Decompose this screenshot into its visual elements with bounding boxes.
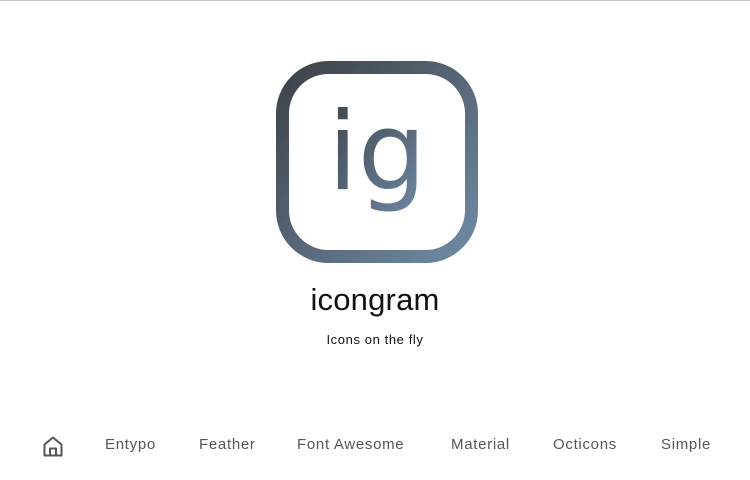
app-logo: ig xyxy=(276,61,478,263)
nav-link-simple[interactable]: Simple xyxy=(661,431,711,459)
logo-graphic: ig xyxy=(276,61,478,263)
nav-link-entypo[interactable]: Entypo xyxy=(105,431,156,459)
nav-link-material[interactable]: Material xyxy=(451,431,510,459)
page: ig icongram Icons on the fly Entypo Feat… xyxy=(0,0,750,480)
home-icon xyxy=(43,436,63,457)
icon-set-nav: Entypo Feather Font Awesome Material Oct… xyxy=(0,431,750,459)
nav-link-octicons[interactable]: Octicons xyxy=(553,431,617,459)
logo-lettering: ig xyxy=(328,90,427,215)
home-link[interactable] xyxy=(40,433,66,459)
nav-link-feather[interactable]: Feather xyxy=(199,431,256,459)
app-title: icongram xyxy=(310,282,440,317)
app-tagline: Icons on the fly xyxy=(326,332,424,347)
nav-link-font-awesome[interactable]: Font Awesome xyxy=(297,431,404,459)
